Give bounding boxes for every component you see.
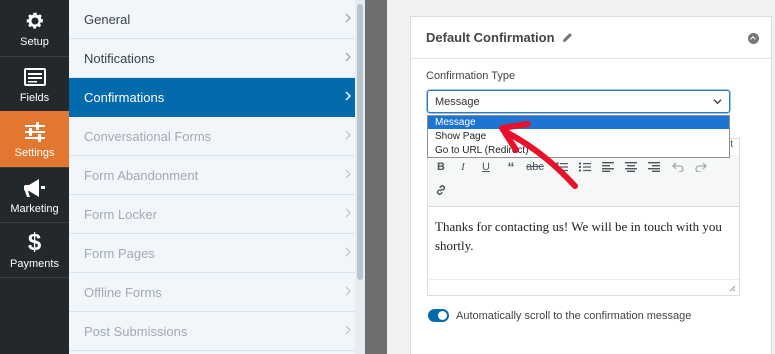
resize-grip-icon[interactable] <box>729 285 736 292</box>
gear-icon <box>21 9 49 33</box>
bold-icon[interactable]: B <box>433 159 449 175</box>
nav-label: Setup <box>20 35 49 48</box>
auto-scroll-toggle[interactable] <box>428 309 449 322</box>
nav-settings[interactable]: Settings <box>0 111 69 167</box>
auto-scroll-label: Automatically scroll to the confirmation… <box>456 310 692 322</box>
nav-label: Marketing <box>10 202 59 215</box>
dollar-icon: $ <box>27 228 42 256</box>
menu-item-general[interactable]: General <box>69 0 365 39</box>
menu-item-form-pages[interactable]: Form Pages <box>69 234 365 273</box>
nav-marketing[interactable]: Marketing <box>0 167 69 223</box>
pencil-icon[interactable] <box>562 32 573 43</box>
chevron-right-icon <box>345 247 351 257</box>
menu-item-label: Form Locker <box>84 206 157 222</box>
menu-item-label: Confirmations <box>84 89 165 105</box>
editor-toolbar: B I U “ abc <box>428 155 739 207</box>
nav-fields[interactable]: Fields <box>0 56 69 112</box>
nav-payments[interactable]: $ Payments <box>0 222 69 278</box>
menu-item-label: Offline Forms <box>84 284 162 300</box>
option-show-page[interactable]: Show Page <box>428 130 729 143</box>
left-icon-nav: Setup Fields Settings Marketing $ Paymen… <box>0 0 69 354</box>
fields-icon <box>21 65 49 89</box>
menu-item-confirmations[interactable]: Confirmations <box>69 78 365 117</box>
divider <box>0 277 69 278</box>
bullet-list-icon[interactable] <box>554 159 570 175</box>
link-icon[interactable] <box>433 182 449 198</box>
editor-statusbar <box>428 279 739 295</box>
menu-item-label: General <box>84 11 131 27</box>
menu-item-offline-forms[interactable]: Offline Forms <box>69 273 365 312</box>
align-right-icon[interactable] <box>646 159 662 175</box>
select-value: Message <box>435 95 480 108</box>
nav-label: Settings <box>14 146 55 159</box>
confirmation-type-select[interactable]: Message <box>427 90 730 113</box>
align-center-icon[interactable] <box>623 159 639 175</box>
message-editor[interactable]: t B I U “ abc Thanks for contacting us! … <box>427 138 740 296</box>
toolbar-text-tab[interactable]: t <box>730 139 733 150</box>
divider <box>365 0 387 354</box>
confirmation-type-dropdown[interactable]: Message Show Page Go to URL (Redirect) <box>427 115 730 158</box>
panel-header: Default Confirmation <box>411 17 771 59</box>
chevron-right-icon <box>345 286 351 296</box>
numbered-list-icon[interactable] <box>577 159 593 175</box>
nav-label: Fields <box>19 91 50 104</box>
panel-title: Default Confirmation <box>426 30 555 45</box>
settings-menu: General Notifications Confirmations Conv… <box>69 0 365 354</box>
option-message[interactable]: Message <box>428 116 729 129</box>
chevron-right-icon <box>345 91 351 101</box>
sliders-icon <box>21 120 49 144</box>
menu-item-conversational-forms[interactable]: Conversational Forms <box>69 117 365 156</box>
chevron-right-icon <box>345 325 351 335</box>
collapse-icon[interactable] <box>748 33 759 44</box>
menu-scrollbar-thumb[interactable] <box>357 4 363 280</box>
menu-item-label: Post Submissions <box>84 323 188 339</box>
confirmation-type-label: Confirmation Type <box>426 70 516 82</box>
menu-item-form-abandonment[interactable]: Form Abandonment <box>69 156 365 195</box>
undo-icon[interactable] <box>670 159 686 175</box>
chevron-right-icon <box>345 208 351 218</box>
menu-item-form-locker[interactable]: Form Locker <box>69 195 365 234</box>
menu-item-label: Form Pages <box>84 245 155 261</box>
editor-message-text[interactable]: Thanks for contacting us! We will be in … <box>435 217 735 255</box>
chevron-right-icon <box>345 169 351 179</box>
nav-label: Payments <box>10 257 59 270</box>
nav-setup[interactable]: Setup <box>0 0 69 56</box>
chevron-right-icon <box>345 52 351 62</box>
option-go-to-url[interactable]: Go to URL (Redirect) <box>428 144 729 157</box>
menu-item-label: Conversational Forms <box>84 128 212 144</box>
strikethrough-icon[interactable]: abc <box>526 159 544 175</box>
menu-item-notifications[interactable]: Notifications <box>69 39 365 78</box>
menu-item-label: Form Abandonment <box>84 167 199 183</box>
megaphone-icon <box>21 176 49 200</box>
chevron-right-icon <box>345 13 351 23</box>
underline-icon[interactable]: U <box>478 159 494 175</box>
menu-item-label: Notifications <box>84 50 155 66</box>
chevron-down-icon <box>713 99 722 105</box>
chevron-right-icon <box>345 130 351 140</box>
blockquote-icon[interactable]: “ <box>503 159 519 175</box>
menu-item-post-submissions[interactable]: Post Submissions <box>69 312 365 351</box>
italic-icon[interactable]: I <box>455 159 471 175</box>
align-left-icon[interactable] <box>600 159 616 175</box>
redo-icon[interactable] <box>693 159 709 175</box>
